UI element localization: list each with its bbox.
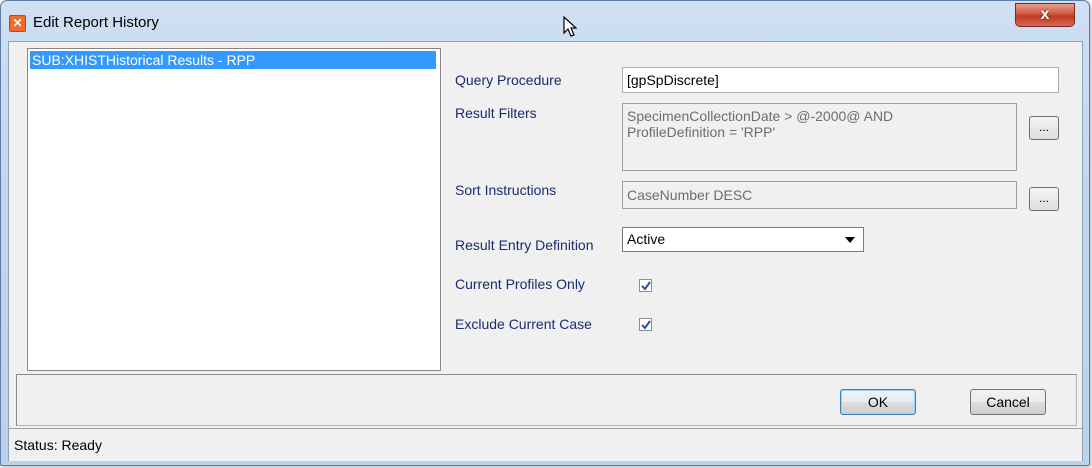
- window-title: Edit Report History: [33, 14, 159, 31]
- sort-instructions-label: Sort Instructions: [455, 182, 557, 198]
- chevron-down-icon: [845, 237, 855, 243]
- query-procedure-input[interactable]: [gpSpDiscrete]: [622, 67, 1059, 93]
- result-filters-browse-button[interactable]: ...: [1029, 116, 1059, 140]
- ok-button[interactable]: OK: [840, 389, 916, 415]
- mouse-cursor-icon: [563, 16, 578, 37]
- checkmark-icon: [641, 281, 651, 291]
- dialog-body: SUB:XHISTHistorical Results - RPP Query …: [8, 41, 1083, 461]
- app-logo-icon: ✕: [9, 15, 26, 32]
- result-filters-line-1: SpecimenCollectionDate > @-2000@ AND: [627, 108, 894, 124]
- status-text: Status: Ready: [14, 437, 102, 453]
- list-item[interactable]: SUB:XHISTHistorical Results - RPP: [30, 51, 436, 69]
- cancel-button[interactable]: Cancel: [970, 389, 1046, 415]
- query-procedure-label: Query Procedure: [455, 72, 562, 88]
- result-entry-definition-select[interactable]: Active: [622, 227, 864, 252]
- current-profiles-only-checkbox[interactable]: [639, 279, 652, 292]
- close-button[interactable]: x: [1015, 3, 1075, 27]
- dialog-window: ✕ Edit Report History x SUB:XHISTHistori…: [0, 0, 1090, 466]
- result-entry-definition-value: Active: [627, 231, 666, 247]
- result-entry-definition-label: Result Entry Definition: [455, 237, 594, 253]
- result-filters-field[interactable]: SpecimenCollectionDate > @-2000@ AND Pro…: [622, 103, 1017, 171]
- result-filters-line-2: ProfileDefinition = 'RPP': [627, 124, 776, 140]
- exclude-current-case-checkbox[interactable]: [639, 318, 652, 331]
- sort-instructions-browse-button[interactable]: ...: [1029, 187, 1059, 211]
- exclude-current-case-label: Exclude Current Case: [455, 316, 592, 332]
- status-bar: Status: Ready: [9, 428, 1082, 461]
- button-panel: [16, 374, 1077, 426]
- report-list[interactable]: SUB:XHISTHistorical Results - RPP: [27, 48, 441, 371]
- sort-instructions-field[interactable]: CaseNumber DESC: [622, 181, 1017, 209]
- result-filters-label: Result Filters: [455, 105, 537, 121]
- title-bar[interactable]: ✕ Edit Report History x: [1, 1, 1089, 41]
- checkmark-icon: [641, 320, 651, 330]
- current-profiles-only-label: Current Profiles Only: [455, 276, 585, 292]
